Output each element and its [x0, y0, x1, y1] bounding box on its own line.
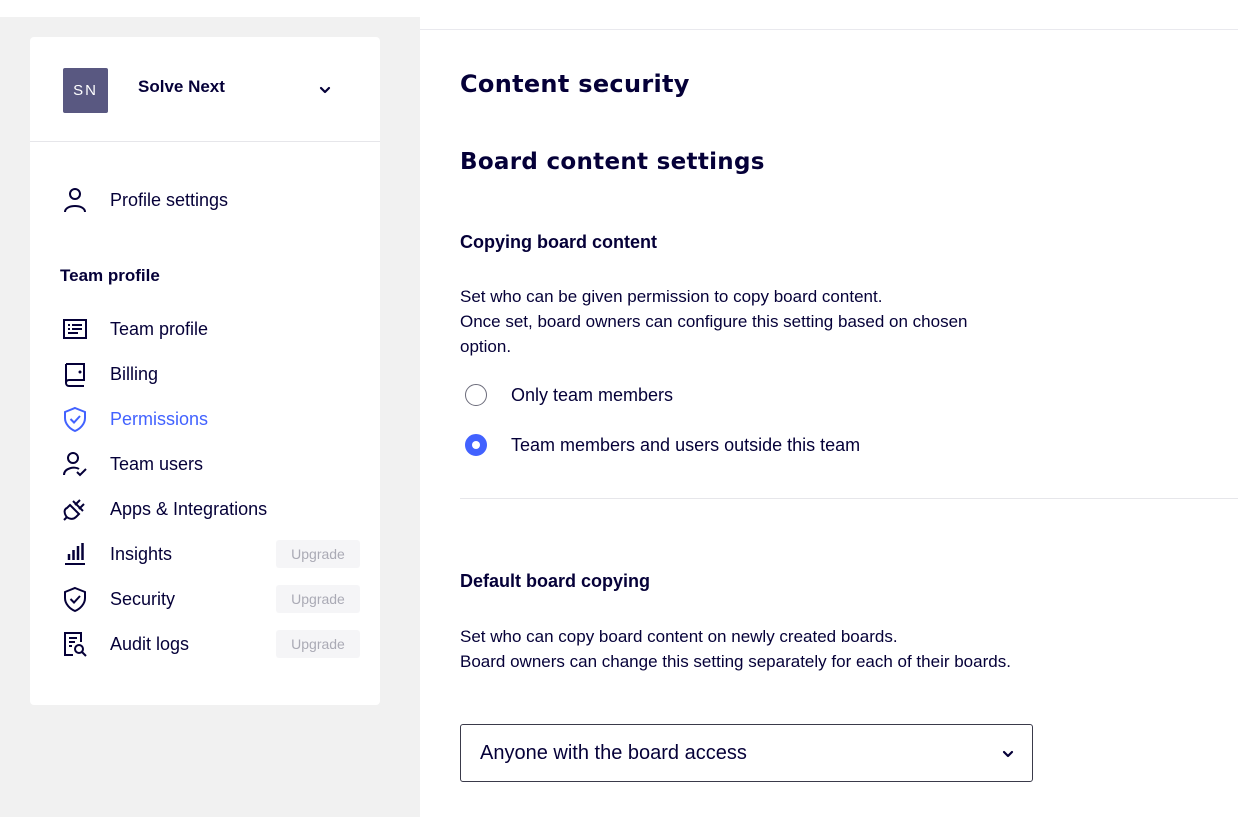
- sidebar-item-label: Audit logs: [110, 633, 190, 654]
- shield-icon: [60, 404, 90, 434]
- sidebar-item-security[interactable]: Security Upgrade: [60, 581, 360, 617]
- sidebar-item-apps-integrations[interactable]: Apps & Integrations: [60, 491, 360, 527]
- upgrade-badge[interactable]: Upgrade: [276, 630, 360, 658]
- default-copying-title: Default board copying: [460, 571, 651, 591]
- sidebar-item-audit-logs[interactable]: Audit logs Upgrade: [60, 626, 360, 662]
- shield-check-icon: [60, 584, 90, 614]
- sidebar-item-label: Security: [110, 588, 176, 609]
- sidebar-item-label: Profile settings: [110, 189, 229, 210]
- team-switcher[interactable]: SN Solve Next: [30, 37, 380, 142]
- sidebar-item-team-users[interactable]: Team users: [60, 446, 360, 482]
- plug-icon: [60, 494, 90, 524]
- user-icon: [60, 185, 90, 215]
- copying-description-line: Set who can be given permission to copy …: [460, 287, 883, 306]
- chevron-down-icon[interactable]: [317, 82, 333, 98]
- user-check-icon: [60, 449, 90, 479]
- sidebar-item-label: Team profile: [110, 318, 209, 339]
- radio-label: Only team members: [511, 384, 674, 405]
- default-copying-select[interactable]: Anyone with the board access: [460, 724, 1033, 782]
- radio-button-checked[interactable]: [465, 434, 487, 456]
- sidebar-item-label: Apps & Integrations: [110, 498, 268, 519]
- radio-button[interactable]: [465, 384, 487, 406]
- copying-description: Set who can be given permission to copy …: [460, 284, 1020, 359]
- copying-description-line: Once set, board owners can configure thi…: [460, 312, 968, 356]
- sidebar-item-billing[interactable]: Billing: [60, 356, 360, 392]
- default-copying-description: Set who can copy board content on newly …: [460, 624, 1020, 674]
- upgrade-badge[interactable]: Upgrade: [276, 585, 360, 613]
- page-title: Content security: [460, 70, 690, 98]
- id-card-icon: [60, 314, 90, 344]
- radio-option-only-team-members[interactable]: Only team members: [465, 384, 673, 406]
- team-avatar: SN: [63, 68, 108, 113]
- sidebar-item-insights[interactable]: Insights Upgrade: [60, 536, 360, 572]
- select-value: Anyone with the board access: [480, 741, 747, 764]
- billing-icon: [60, 359, 90, 389]
- sidebar-item-label: Billing: [110, 363, 159, 384]
- section-label-team-profile: Team profile: [60, 266, 160, 285]
- chevron-down-icon: [1002, 750, 1014, 758]
- radio-option-team-and-outside[interactable]: Team members and users outside this team: [465, 434, 860, 456]
- audit-log-icon: [60, 629, 90, 659]
- copying-title: Copying board content: [460, 232, 657, 252]
- sidebar-item-profile-settings[interactable]: Profile settings: [60, 182, 360, 218]
- sidebar-item-permissions[interactable]: Permissions: [60, 401, 360, 437]
- default-copying-description-line: Set who can copy board content on newly …: [460, 627, 898, 646]
- sidebar-item-label: Permissions: [110, 408, 209, 429]
- section-heading: Board content settings: [460, 149, 765, 175]
- upgrade-badge[interactable]: Upgrade: [276, 540, 360, 568]
- team-name: Solve Next: [138, 77, 225, 96]
- sidebar-item-label: Insights: [110, 543, 173, 564]
- sidebar-item-team-profile[interactable]: Team profile: [60, 311, 360, 347]
- default-copying-description-line: Board owners can change this setting sep…: [460, 652, 1011, 671]
- sidebar: SN Solve Next Profile settings Team prof…: [30, 37, 380, 705]
- main-content: Content security Board content settings …: [460, 0, 1238, 817]
- section-divider: [460, 498, 1238, 499]
- bar-chart-icon: [60, 539, 90, 569]
- sidebar-item-label: Team users: [110, 453, 204, 474]
- radio-label: Team members and users outside this team: [511, 434, 861, 455]
